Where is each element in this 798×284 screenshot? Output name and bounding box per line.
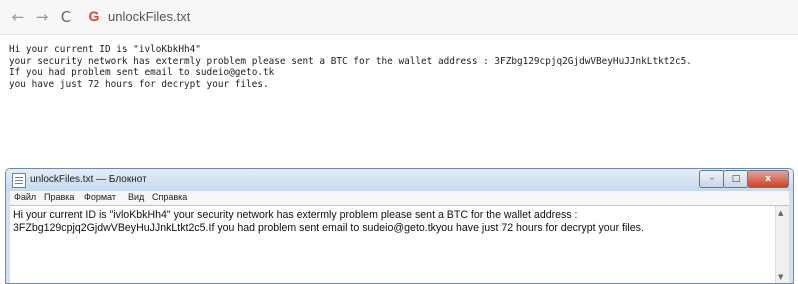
address-bar[interactable]: G unlockFiles.txt xyxy=(82,6,782,28)
notepad-app-icon xyxy=(12,173,26,188)
notepad-window: unlockFiles.txt — Блокнот – □ x Файл Пра… xyxy=(5,168,794,284)
text-file-content: Hi your current ID is "ivloKbkHh4" your … xyxy=(9,44,692,90)
vertical-scrollbar[interactable]: ▲ ▼ xyxy=(775,206,789,283)
menu-view[interactable]: Вид xyxy=(128,192,144,202)
back-arrow-icon[interactable]: ← xyxy=(10,9,26,25)
scroll-up-icon[interactable]: ▲ xyxy=(778,209,783,217)
notepad-title: unlockFiles.txt — Блокнот xyxy=(30,174,147,185)
forward-arrow-icon[interactable]: → xyxy=(34,9,50,25)
browser-toolbar: ← → C G unlockFiles.txt xyxy=(0,0,798,35)
notepad-text[interactable]: Hi your current ID is "ivloKbkHh4" your … xyxy=(13,209,773,234)
reload-icon[interactable]: C xyxy=(58,9,74,25)
menu-format[interactable]: Формат xyxy=(84,192,116,202)
notepad-edit-area[interactable]: Hi your current ID is "ivloKbkHh4" your … xyxy=(10,205,789,283)
scroll-down-icon[interactable]: ▼ xyxy=(778,273,783,281)
minimize-button[interactable]: – xyxy=(699,170,725,188)
notepad-menubar: Файл Правка Формат Вид Справка xyxy=(10,191,789,205)
menu-help[interactable]: Справка xyxy=(152,192,187,202)
menu-file[interactable]: Файл xyxy=(14,192,36,202)
google-logo-icon: G xyxy=(88,8,100,24)
notepad-titlebar[interactable]: unlockFiles.txt — Блокнот – □ x xyxy=(6,169,793,191)
address-url[interactable]: unlockFiles.txt xyxy=(108,9,190,24)
maximize-button[interactable]: □ xyxy=(723,170,749,188)
menu-edit[interactable]: Правка xyxy=(44,192,74,202)
close-button[interactable]: x xyxy=(747,170,789,188)
